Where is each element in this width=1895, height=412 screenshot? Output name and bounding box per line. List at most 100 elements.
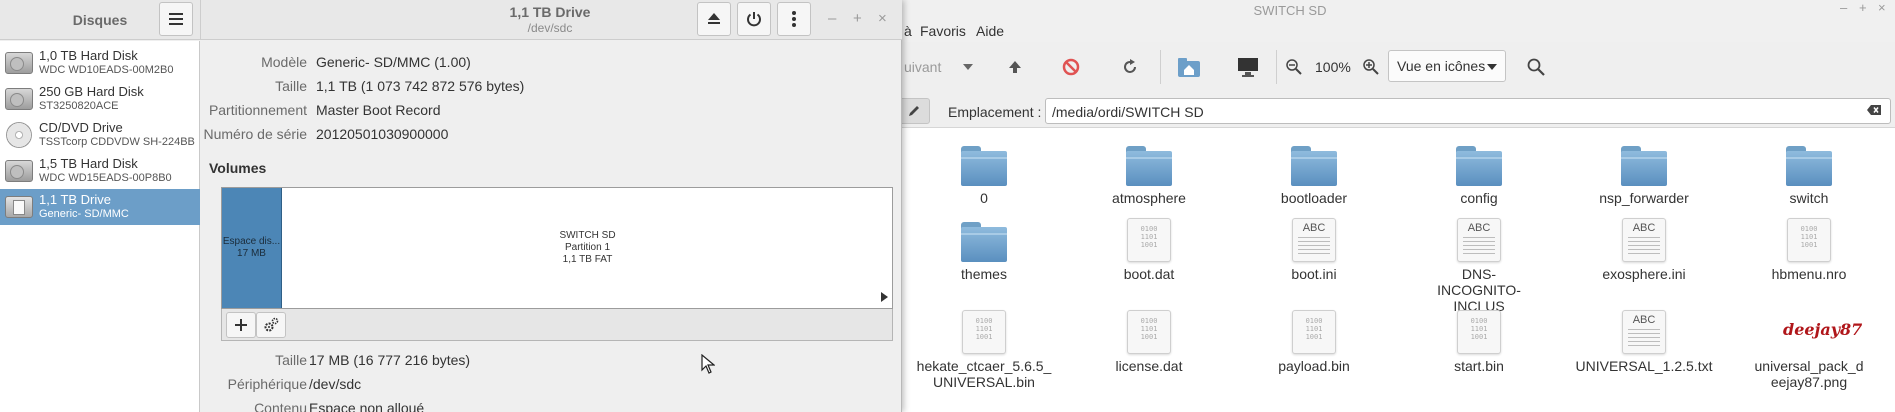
computer-icon[interactable] <box>1232 52 1264 82</box>
optical-disc-icon <box>6 122 32 148</box>
file-manager-title: SWITCH SD <box>1253 3 1327 18</box>
drive-name: 1,0 TB Hard Disk <box>39 48 138 63</box>
zoom-out-icon[interactable] <box>1278 52 1310 82</box>
stop-icon[interactable] <box>1055 52 1087 82</box>
minimize-button[interactable]: – <box>1840 0 1847 15</box>
file-grid: 0 atmosphere bootloader config nsp_forwa… <box>902 136 1895 412</box>
file-name: nsp_forwarder <box>1599 190 1689 206</box>
hard-disk-icon <box>5 52 33 74</box>
file-item-image[interactable]: deejay87 universal_pack_deejay87.png <box>1727 310 1891 390</box>
file-item-folder[interactable]: switch <box>1727 146 1891 206</box>
volumes-heading: Volumes <box>209 160 267 176</box>
drive-title: 1,1 TB Drive <box>509 4 591 20</box>
file-name: payload.bin <box>1278 358 1350 374</box>
drive-model: TSSTcorp CDDVDW SH-224BB <box>39 136 195 148</box>
drive-item[interactable]: 1,0 TB Hard Disk WDC WD10EADS-00M2B0 <box>0 45 200 81</box>
file-item-folder[interactable]: bootloader <box>1232 146 1396 206</box>
history-dropdown-icon[interactable] <box>952 52 984 82</box>
file-name: config <box>1460 190 1498 206</box>
volume-map: Espace dis... 17 MB SWITCH SD Partition … <box>221 187 893 309</box>
gears-icon[interactable] <box>256 312 286 338</box>
location-label: Emplacement : <box>948 104 1042 120</box>
drive-details: Modèle Generic- SD/MMC (1.00) Taille 1,1… <box>201 41 902 412</box>
hamburger-menu-icon[interactable] <box>159 2 193 36</box>
file-name: themes <box>961 266 1007 282</box>
text-file-glyph: ABC <box>1632 314 1656 326</box>
folder-icon <box>1456 146 1502 186</box>
up-arrow-icon[interactable] <box>999 52 1031 82</box>
file-item-text[interactable]: ABC DNS-INCOGNITO-INCLUS <box>1397 218 1561 314</box>
more-options-icon[interactable] <box>777 2 811 36</box>
zoom-in-icon[interactable] <box>1355 52 1387 82</box>
close-button[interactable]: × <box>878 10 887 27</box>
file-name: boot.ini <box>1291 266 1337 282</box>
home-folder-icon[interactable] <box>1173 52 1205 82</box>
folder-icon <box>961 222 1007 262</box>
file-item-binary[interactable]: 0100 1101 1001 hekate_ctcaer_5.6.5_UNIVE… <box>902 310 1066 390</box>
location-input[interactable]: /media/ordi/SWITCH SD <box>1045 98 1891 124</box>
close-button[interactable]: × <box>1878 0 1886 15</box>
file-item-binary[interactable]: 0100 1101 1001 hbmenu.nro <box>1727 218 1891 282</box>
drive-item[interactable]: 250 GB Hard Disk ST3250820ACE <box>0 81 200 117</box>
file-item-text[interactable]: ABC UNIVERSAL_1.2.5.txt <box>1562 310 1726 374</box>
hard-disk-icon <box>5 88 33 110</box>
file-item-folder[interactable]: atmosphere <box>1067 146 1231 206</box>
forward-button-label[interactable]: uivant <box>904 59 941 75</box>
drive-item[interactable]: CD/DVD Drive TSSTcorp CDDVDW SH-224BB <box>0 117 200 153</box>
drive-item[interactable]: 1,5 TB Hard Disk WDC WD15EADS-00P8B0 <box>0 153 200 189</box>
file-item-binary[interactable]: 0100 1101 1001 boot.dat <box>1067 218 1231 282</box>
folder-icon <box>1126 146 1172 186</box>
add-partition-icon[interactable] <box>226 312 256 338</box>
file-item-folder[interactable]: 0 <box>902 146 1066 206</box>
zoom-level: 100% <box>1315 59 1351 75</box>
binary-file-icon: 0100 1101 1001 <box>1292 310 1336 354</box>
text-file-icon: ABC <box>1622 218 1666 262</box>
toolbar-separator <box>1160 50 1161 84</box>
file-item-binary[interactable]: 0100 1101 1001 start.bin <box>1397 310 1561 374</box>
maximize-button[interactable]: + <box>853 10 862 27</box>
minimize-button[interactable]: – <box>828 10 836 27</box>
detail-value: 1,1 TB (1 073 742 872 576 bytes) <box>316 78 525 94</box>
partition-free-space[interactable]: Espace dis... 17 MB <box>222 188 282 308</box>
drive-model: ST3250820ACE <box>39 100 119 112</box>
location-toggle-pencil-icon[interactable] <box>898 98 930 124</box>
drive-subtitle: /dev/sdc <box>527 21 573 35</box>
volume-toolbar <box>221 309 893 341</box>
search-icon[interactable] <box>1520 52 1552 82</box>
file-name: boot.dat <box>1123 266 1175 282</box>
menu-aide[interactable]: Aide <box>976 23 1004 39</box>
power-icon[interactable] <box>737 2 771 36</box>
eject-icon[interactable] <box>697 2 731 36</box>
play-arrow-icon <box>881 292 888 302</box>
file-item-folder[interactable]: config <box>1397 146 1561 206</box>
image-thumbnail-icon: deejay87 <box>1783 320 1863 339</box>
file-item-binary[interactable]: 0100 1101 1001 license.dat <box>1067 310 1231 374</box>
drive-item-selected[interactable]: 1,1 TB Drive Generic- SD/MMC <box>0 189 200 225</box>
maximize-button[interactable]: + <box>1859 0 1867 15</box>
folder-icon <box>1621 146 1667 186</box>
folder-icon <box>1786 146 1832 186</box>
drive-model: WDC WD15EADS-00P8B0 <box>39 172 172 184</box>
menu-partial[interactable]: à <box>904 23 912 39</box>
file-item-text[interactable]: ABC boot.ini <box>1232 218 1396 282</box>
clear-icon[interactable] <box>1866 104 1882 119</box>
partition-number: Partition 1 <box>564 242 611 253</box>
disks-window: Disques 1,1 TB Drive /dev/sdc – + × 1,0 … <box>0 0 902 412</box>
partition-label: SWITCH SD <box>559 230 616 241</box>
file-item-folder[interactable]: nsp_forwarder <box>1562 146 1726 206</box>
folder-icon <box>1291 146 1337 186</box>
detail-label: Modèle <box>261 54 307 70</box>
menu-favoris[interactable]: Favoris <box>920 23 966 39</box>
file-name: license.dat <box>1115 358 1183 374</box>
detail-value: Generic- SD/MMC (1.00) <box>316 54 471 70</box>
reload-icon[interactable] <box>1114 52 1146 82</box>
file-item-text[interactable]: ABC exosphere.ini <box>1562 218 1726 282</box>
file-item-binary[interactable]: 0100 1101 1001 payload.bin <box>1232 310 1396 374</box>
partition-switch-sd[interactable]: SWITCH SD Partition 1 1,1 TB FAT <box>283 188 892 308</box>
view-mode-select[interactable]: Vue en icônes <box>1388 50 1506 82</box>
file-name: switch <box>1789 190 1829 206</box>
partition-size: 1,1 TB FAT <box>562 254 613 265</box>
file-item-folder[interactable]: themes <box>902 222 1066 282</box>
detail-label: Contenu <box>254 400 307 412</box>
toolbar-separator <box>1276 50 1277 84</box>
